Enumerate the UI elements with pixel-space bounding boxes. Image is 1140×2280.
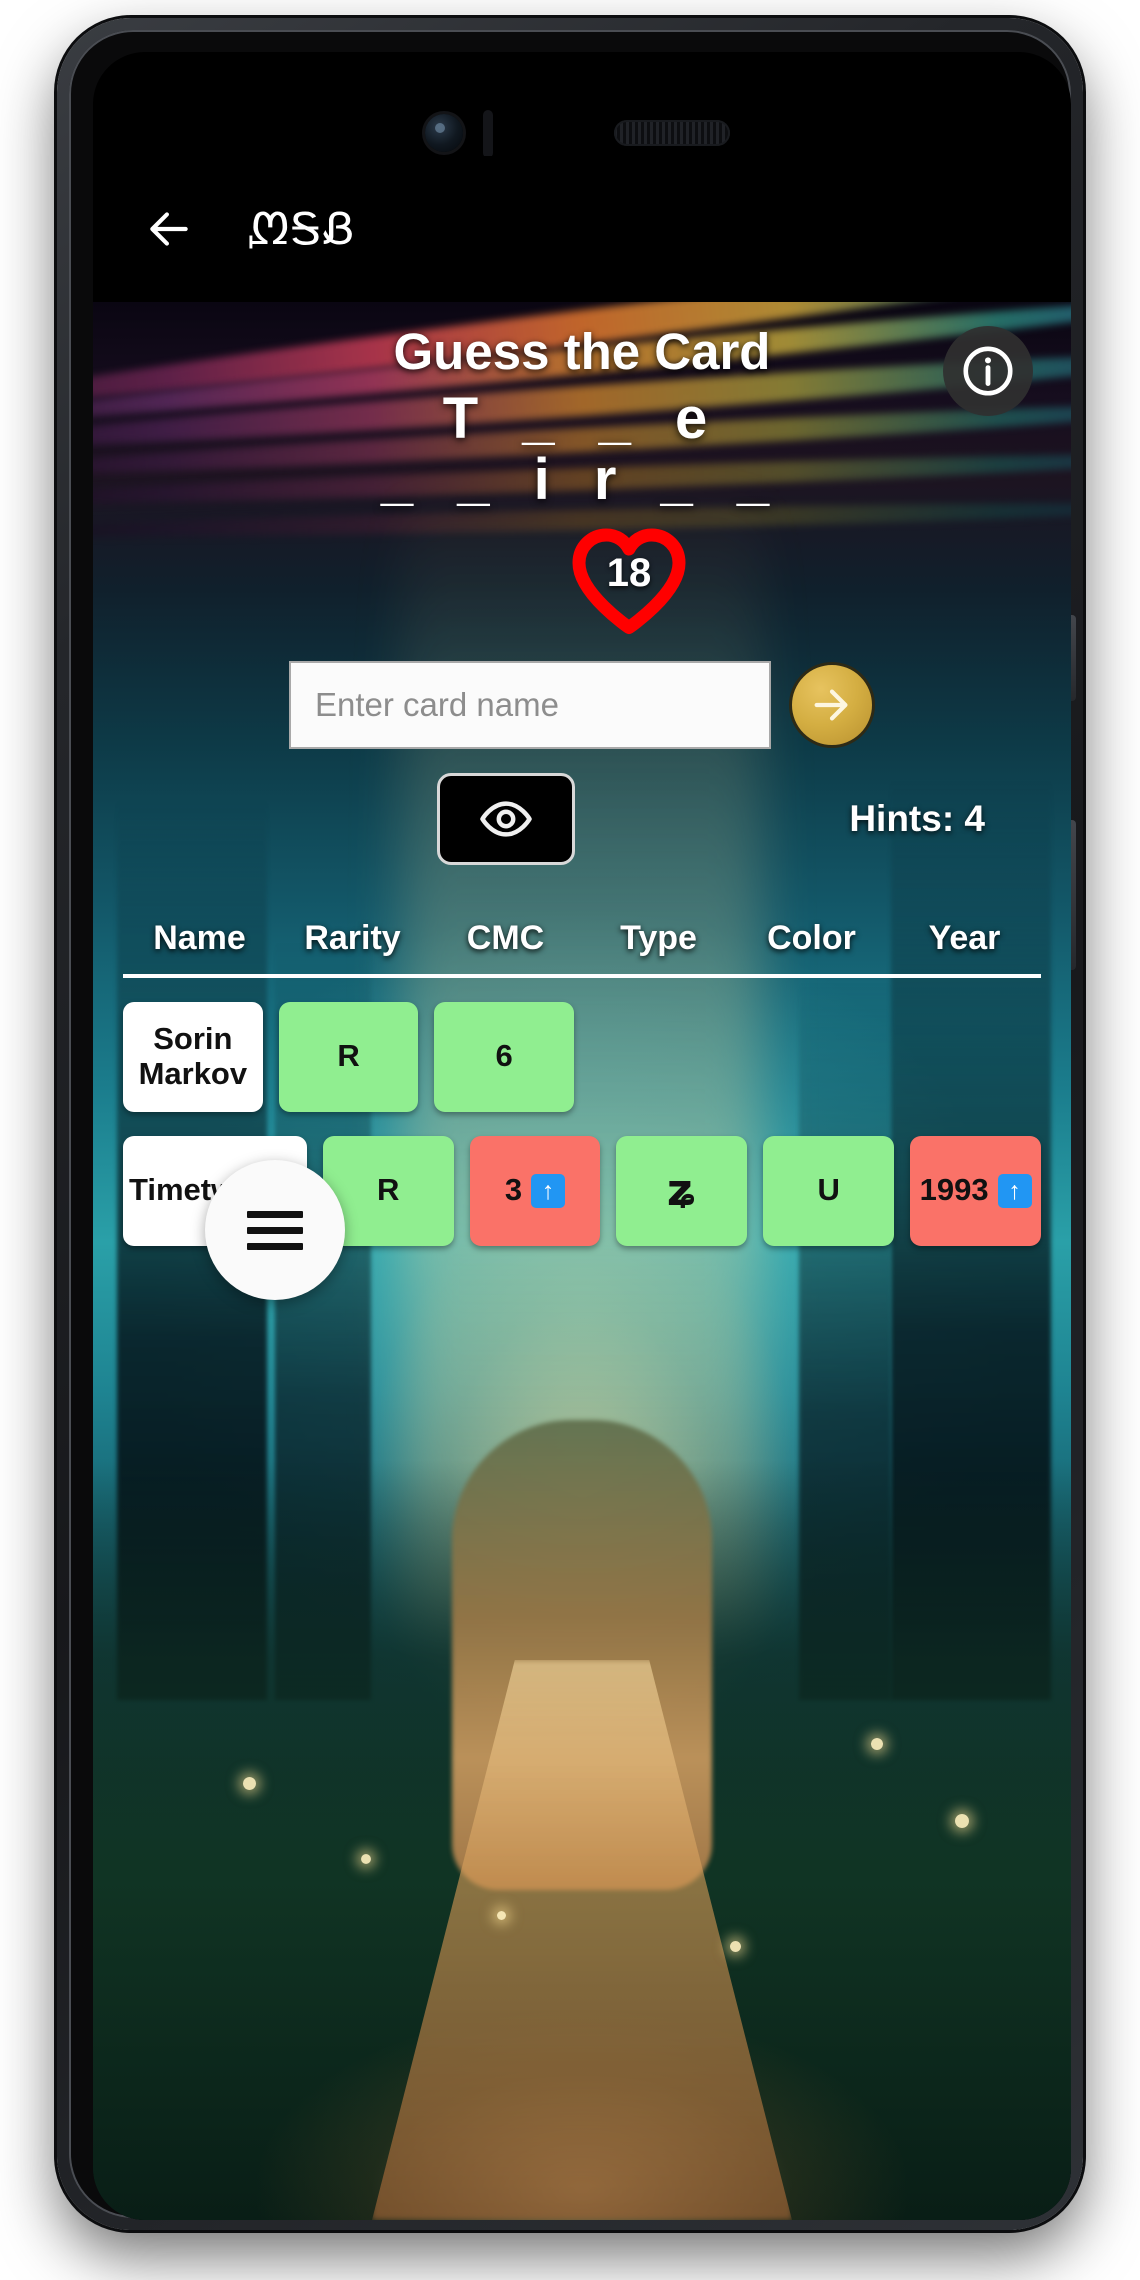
- firefly-decoration: [730, 1941, 741, 1952]
- page-title: Guess the Card: [393, 323, 771, 380]
- game-panel: Guess the Card T _ _ e _ _ i r _ _ 18 En…: [93, 302, 1071, 2220]
- lives-indicator: 18: [93, 525, 1071, 645]
- arrow-up-icon: ↑: [997, 1173, 1032, 1208]
- table-header-row: Name Rarity CMC Type Color Year: [123, 919, 1041, 978]
- table-cell: [590, 1002, 730, 1112]
- phone-bezel: ᘻᎦᏰ Guess the Card T _ _ e _ _ i r _ _ 1…: [69, 30, 1076, 2220]
- back-button[interactable]: [137, 197, 201, 261]
- masked-word-line-1: T _ _ e: [442, 386, 722, 451]
- column-header-rarity: Rarity: [304, 918, 401, 957]
- app-logo: ᘻᎦᏰ: [247, 203, 356, 255]
- table-cell-text: 3: [504, 1172, 523, 1208]
- phone-screen: ᘻᎦᏰ Guess the Card T _ _ e _ _ i r _ _ 1…: [93, 52, 1071, 2220]
- column-header-year: Year: [928, 918, 1001, 957]
- game-content: Guess the Card T _ _ e _ _ i r _ _ 18 En…: [93, 302, 1071, 1246]
- hamburger-icon-bar: [247, 1226, 303, 1234]
- reveal-hint-button[interactable]: [437, 772, 575, 865]
- camera-lens-glint: [435, 123, 445, 133]
- table-cell: [746, 1002, 886, 1112]
- table-cell: [901, 1002, 1041, 1112]
- table-cell: Sorin Markov: [123, 1001, 263, 1112]
- hamburger-icon-bar: [247, 1210, 303, 1218]
- masked-word-line-2: _ _ i r _ _: [380, 446, 784, 512]
- phone-device-frame: ᘻᎦᏰ Guess the Card T _ _ e _ _ i r _ _ 1…: [57, 18, 1083, 2230]
- hamburger-icon-bar: [247, 1242, 303, 1250]
- proximity-sensor-icon: [483, 110, 493, 158]
- firefly-decoration: [361, 1854, 371, 1864]
- table-cell: U: [763, 1135, 895, 1246]
- earpiece-speaker-icon: [614, 120, 730, 146]
- lives-count: 18: [606, 551, 652, 596]
- menu-button[interactable]: [205, 1160, 345, 1300]
- info-icon: [963, 346, 1013, 396]
- arrow-left-icon: [150, 212, 188, 246]
- table-cell-text: U: [817, 1172, 840, 1208]
- table-cell: 3 ↑: [469, 1135, 601, 1246]
- firefly-decoration: [871, 1738, 883, 1750]
- app-root: ᘻᎦᏰ Guess the Card T _ _ e _ _ i r _ _ 1…: [93, 156, 1071, 2220]
- arrow-right-icon: [814, 689, 848, 721]
- table-cell-text: Sorin Markov: [138, 1021, 248, 1091]
- masked-word-puzzle: T _ _ e _ _ i r _ _: [93, 386, 1071, 512]
- card-name-input[interactable]: [289, 660, 771, 749]
- eye-icon: [480, 801, 532, 837]
- app-bar: ᘻᎦᏰ: [93, 156, 1071, 302]
- column-header-name: Name: [153, 918, 246, 957]
- guess-input-row: [93, 660, 1071, 749]
- arrow-up-icon: ↑: [531, 1173, 566, 1208]
- front-camera-icon: [425, 114, 463, 152]
- table-row: Sorin Markov R 6: [123, 1001, 1041, 1112]
- table-cell-text: R: [376, 1172, 400, 1208]
- table-cell: ʑ: [616, 1135, 748, 1246]
- column-header-cmc: CMC: [466, 918, 545, 957]
- firefly-decoration: [497, 1911, 506, 1920]
- info-button[interactable]: [943, 326, 1033, 416]
- firefly-decoration: [955, 1814, 969, 1828]
- heart-icon: 18: [569, 525, 689, 635]
- table-cell: 1993 ↑: [910, 1135, 1042, 1246]
- column-header-color: Color: [767, 918, 856, 957]
- table-cell-text: 6: [495, 1038, 513, 1074]
- table-cell-text: R: [337, 1038, 360, 1074]
- column-header-type: Type: [620, 918, 697, 957]
- hints-row: Hints: 4: [93, 772, 1071, 865]
- submit-guess-button[interactable]: [789, 661, 875, 748]
- sorcery-symbol-icon: ʑ: [666, 1164, 697, 1216]
- table-cell-text: 1993: [919, 1172, 989, 1208]
- table-cell: 6: [434, 1001, 575, 1112]
- hints-count-label: Hints: 4: [849, 797, 985, 839]
- firefly-decoration: [243, 1777, 256, 1790]
- table-cell: R: [278, 1001, 419, 1112]
